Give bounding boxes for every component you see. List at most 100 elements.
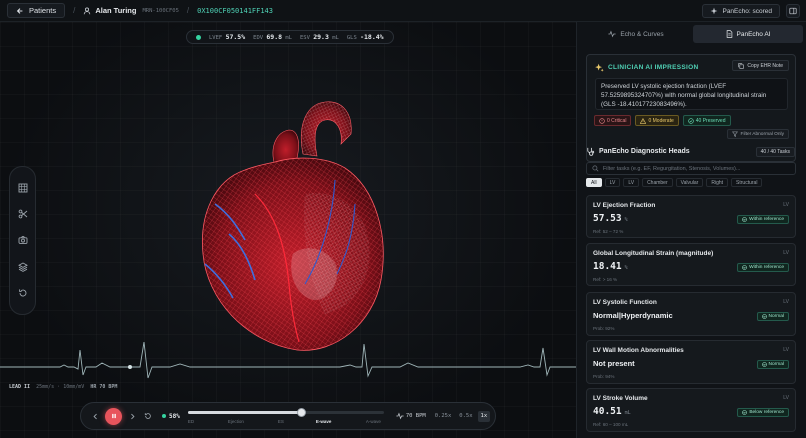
speed-option[interactable]: 0.5x bbox=[456, 411, 475, 422]
loop-button[interactable] bbox=[142, 410, 154, 422]
head-value: Normal|Hyperdynamic bbox=[593, 311, 673, 320]
check-circle-icon bbox=[688, 117, 694, 124]
breadcrumb-separator: / bbox=[73, 6, 76, 15]
heart-model[interactable] bbox=[185, 84, 395, 354]
grid-tool-button[interactable] bbox=[16, 181, 30, 195]
stethoscope-icon bbox=[587, 147, 595, 156]
category-chips: All LV LV Chamber Valvular Right Structu… bbox=[586, 178, 763, 187]
check-circle-icon bbox=[742, 217, 747, 222]
task-filter-input[interactable] bbox=[602, 165, 790, 172]
ai-impression-text: Preserved LV systolic ejection fraction … bbox=[595, 78, 788, 110]
head-card[interactable]: LV Stroke Volume LV 40.51 mL Below refere… bbox=[586, 388, 796, 432]
panecho-status-label: PanEcho: scored bbox=[722, 7, 772, 15]
chevron-right-icon bbox=[130, 413, 135, 419]
head-name: Global Longitudinal Strain (magnitude) bbox=[593, 250, 714, 257]
top-right-actions: PanEcho: scored bbox=[702, 0, 806, 22]
copy-ehr-note-button[interactable]: Copy EHR Note bbox=[732, 60, 789, 71]
task-filter-field[interactable] bbox=[586, 162, 796, 175]
head-card[interactable]: LV Wall Motion Abnormalities LV Not pres… bbox=[586, 340, 796, 384]
arrow-left-icon bbox=[16, 7, 23, 14]
tab-echo-curves[interactable]: Echo & Curves bbox=[581, 25, 691, 43]
chip-chamber[interactable]: Chamber bbox=[642, 178, 673, 187]
ecg-trace bbox=[0, 342, 576, 379]
head-card[interactable]: LV Systolic Function LV Normal|Hyperdyna… bbox=[586, 292, 796, 336]
patient-name: Alan Turing bbox=[95, 6, 137, 15]
chip-lv-2[interactable]: LV bbox=[623, 178, 640, 187]
cycle-progress: 58% bbox=[162, 413, 180, 420]
head-reference: Ref: 60 – 100 mL bbox=[593, 422, 629, 427]
speed-option[interactable]: 0.25x bbox=[432, 411, 455, 422]
check-circle-icon bbox=[761, 362, 767, 367]
check-circle-icon bbox=[742, 265, 747, 270]
heart-wireframe bbox=[202, 101, 384, 351]
filter-abnormal-button[interactable]: Filter Abnormal Only bbox=[726, 129, 789, 139]
search-icon bbox=[592, 165, 599, 172]
head-card[interactable]: LV Ejection Fraction LV 57.53% Within re… bbox=[586, 195, 796, 238]
speed-option-selected[interactable]: 1x bbox=[477, 410, 491, 422]
prev-frame-button[interactable] bbox=[89, 410, 101, 422]
pause-button[interactable] bbox=[105, 407, 122, 425]
grid-icon bbox=[18, 183, 27, 193]
preserved-badge[interactable]: 40 Preserved bbox=[682, 115, 731, 126]
layers-icon bbox=[17, 262, 28, 272]
metric-esv: ESV 29.3 mL bbox=[299, 33, 339, 41]
progress-dot bbox=[162, 414, 166, 418]
diagnostic-heads-title: PanEcho Diagnostic Heads bbox=[586, 147, 690, 156]
copy-icon bbox=[738, 62, 745, 69]
camera-icon bbox=[18, 236, 27, 245]
head-group: LV bbox=[783, 395, 789, 401]
rotate-icon bbox=[144, 413, 151, 419]
head-group: LV bbox=[783, 347, 789, 353]
head-group: LV bbox=[783, 299, 789, 305]
snapshot-tool-button[interactable] bbox=[16, 233, 30, 247]
moderate-badge[interactable]: 0 Moderate bbox=[635, 115, 679, 126]
ecg-label: LEAD II 25mm/s · 10mm/mV HR 70 BPM bbox=[9, 384, 118, 390]
head-reference: Prob: 94% bbox=[593, 374, 615, 379]
patient-mrn: MRN-100CF05 bbox=[142, 7, 179, 14]
metrics-pill: LVEF 57.5% EDV 69.8 mL ESV 29.3 mL GLS -… bbox=[186, 30, 394, 44]
head-group: LV bbox=[783, 250, 789, 256]
pause-icon bbox=[111, 413, 116, 419]
phase-label: ES bbox=[277, 419, 284, 424]
finding-badges: 0 Critical 0 Moderate 40 Preserved bbox=[594, 115, 731, 126]
3d-viewer[interactable]: LVEF 57.5% EDV 69.8 mL ESV 29.3 mL GLS -… bbox=[0, 22, 576, 438]
metric-gls: GLS -18.4% bbox=[346, 33, 384, 41]
metric-lvef: LVEF 57.5% bbox=[209, 33, 246, 41]
next-frame-button[interactable] bbox=[126, 410, 138, 422]
pulse-icon bbox=[396, 412, 404, 420]
cardiac-cycle-slider[interactable]: ED Ejection ES E-wave A-wave bbox=[187, 406, 384, 426]
layers-tool-button[interactable] bbox=[16, 260, 30, 274]
speed-selector: 0.25x 0.5x 1x bbox=[432, 410, 491, 422]
back-label: Patients bbox=[29, 6, 57, 15]
chip-structural[interactable]: Structural bbox=[731, 178, 763, 187]
phase-label: Ejection bbox=[227, 419, 244, 424]
panecho-status-button[interactable]: PanEcho: scored bbox=[702, 4, 780, 18]
critical-badge[interactable]: 0 Critical bbox=[594, 115, 632, 126]
slider-knob[interactable] bbox=[297, 408, 307, 417]
activity-icon bbox=[608, 30, 616, 38]
top-bar: Patients / Alan Turing MRN-100CF05 / 0X1… bbox=[0, 0, 806, 22]
tab-panecho-ai[interactable]: PanEcho AI bbox=[693, 25, 803, 43]
back-to-patients-button[interactable]: Patients bbox=[7, 3, 66, 18]
chip-all[interactable]: All bbox=[586, 178, 602, 187]
check-circle-icon bbox=[742, 410, 748, 415]
ecg-cursor bbox=[128, 365, 132, 369]
chip-right[interactable]: Right bbox=[706, 178, 729, 187]
head-name: LV Wall Motion Abnormalities bbox=[593, 347, 684, 354]
chip-valvular[interactable]: Valvular bbox=[675, 178, 704, 187]
head-card[interactable]: Global Longitudinal Strain (magnitude) L… bbox=[586, 243, 796, 286]
toggle-panel-button[interactable] bbox=[786, 4, 800, 18]
bpm-readout: 70 BPM bbox=[396, 412, 426, 420]
cut-tool-button[interactable] bbox=[16, 207, 30, 221]
head-status: Normal bbox=[756, 312, 789, 321]
head-value: 18.41% bbox=[593, 261, 628, 272]
chip-lv[interactable]: LV bbox=[604, 178, 621, 187]
reset-view-button[interactable] bbox=[16, 286, 30, 300]
phase-label-active: E-wave bbox=[315, 419, 332, 424]
analysis-panel: Echo & Curves PanEcho AI CLINICIAN AI IM… bbox=[576, 22, 806, 438]
user-icon bbox=[84, 7, 91, 14]
head-status: Below reference bbox=[737, 408, 789, 417]
ai-impression-title: CLINICIAN AI IMPRESSION bbox=[595, 63, 698, 72]
patient-info: Alan Turing MRN-100CF05 bbox=[83, 6, 179, 15]
filter-icon bbox=[731, 131, 738, 137]
